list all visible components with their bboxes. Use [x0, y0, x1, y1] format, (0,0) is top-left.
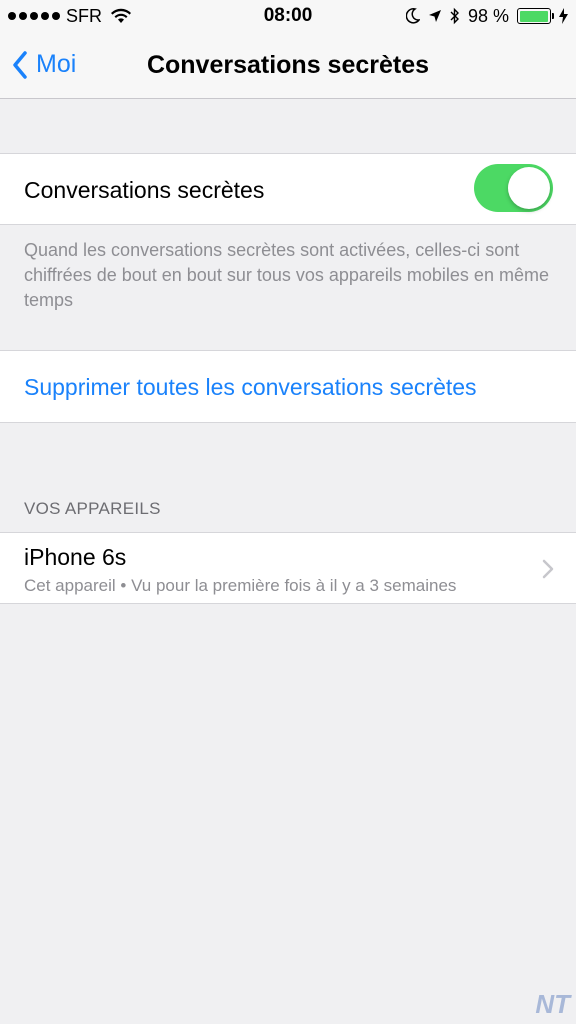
watermark-logo: NT [535, 989, 570, 1019]
navigation-bar: Moi Conversations secrètes [0, 34, 576, 99]
page-title: Conversations secrètes [146, 51, 430, 79]
toggle-label: Conversations secrètes [24, 177, 265, 203]
delete-all-row[interactable]: Supprimer toutes les conversations secrè… [0, 350, 576, 423]
moon-icon [405, 8, 420, 24]
device-name: iPhone 6s [24, 544, 127, 570]
devices-section-header: VOS APPAREILS [24, 499, 161, 518]
charging-bolt-icon [559, 8, 568, 24]
device-row[interactable]: iPhone 6s Cet appareil • Vu pour la prem… [0, 532, 576, 604]
toggle-description: Quand les conversations secrètes sont ac… [24, 240, 549, 310]
battery-icon [517, 8, 554, 24]
status-bar: SFR 08:00 98 % [0, 0, 576, 34]
bluetooth-icon [450, 7, 459, 25]
battery-percent: 98 % [467, 5, 509, 26]
secret-conversations-switch[interactable] [474, 164, 553, 212]
status-right: 98 % [405, 5, 568, 26]
chevron-right-icon [542, 559, 554, 579]
delete-all-button[interactable]: Supprimer toutes les conversations secrè… [24, 374, 477, 401]
switch-knob [508, 167, 550, 209]
screen: SFR 08:00 98 % Moi Conversations secrète… [0, 0, 576, 1024]
device-detail: Cet appareil • Vu pour la première fois … [24, 576, 457, 595]
battery-fill [519, 10, 548, 22]
location-arrow-icon [428, 10, 441, 22]
